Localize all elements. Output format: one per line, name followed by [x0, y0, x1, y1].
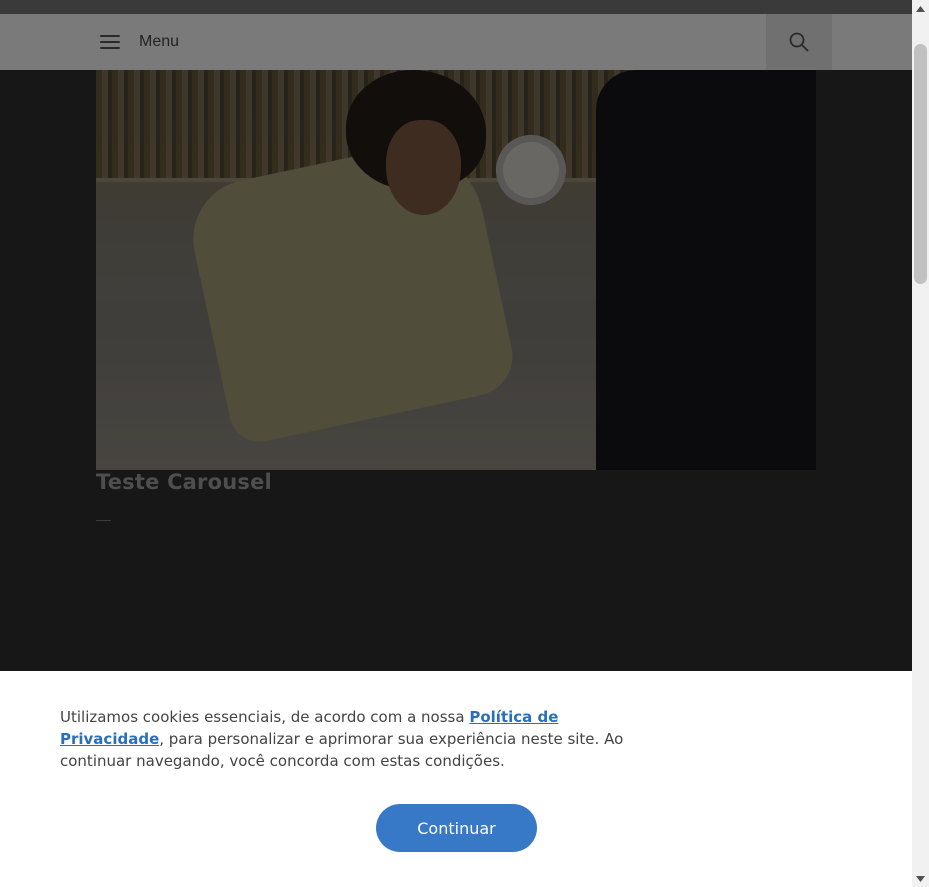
post-title[interactable]: Teste Carousel [96, 470, 272, 494]
continue-button[interactable]: Continuar [376, 804, 537, 852]
cookie-banner: Utilizamos cookies essenciais, de acordo… [0, 671, 912, 887]
top-strip [0, 0, 912, 14]
menu-button[interactable]: Menu [100, 26, 179, 58]
scroll-down-arrow-icon[interactable] [912, 870, 929, 887]
post-featured-image[interactable] [96, 70, 816, 470]
cookie-message: Utilizamos cookies essenciais, de acordo… [60, 706, 660, 772]
scroll-up-arrow-icon[interactable] [912, 0, 929, 17]
page: Menu Teste Carousel Utilizamos cookies e… [0, 0, 912, 887]
menu-label: Menu [139, 33, 180, 50]
search-button[interactable] [766, 14, 832, 70]
cookie-text-start: Utilizamos cookies essenciais, de acordo… [60, 708, 470, 726]
scroll-thumb[interactable] [914, 44, 927, 284]
scrollbar[interactable] [912, 0, 929, 887]
site-header: Menu [0, 14, 912, 70]
title-divider [96, 520, 111, 521]
hamburger-icon [100, 34, 120, 50]
search-icon [789, 32, 809, 52]
